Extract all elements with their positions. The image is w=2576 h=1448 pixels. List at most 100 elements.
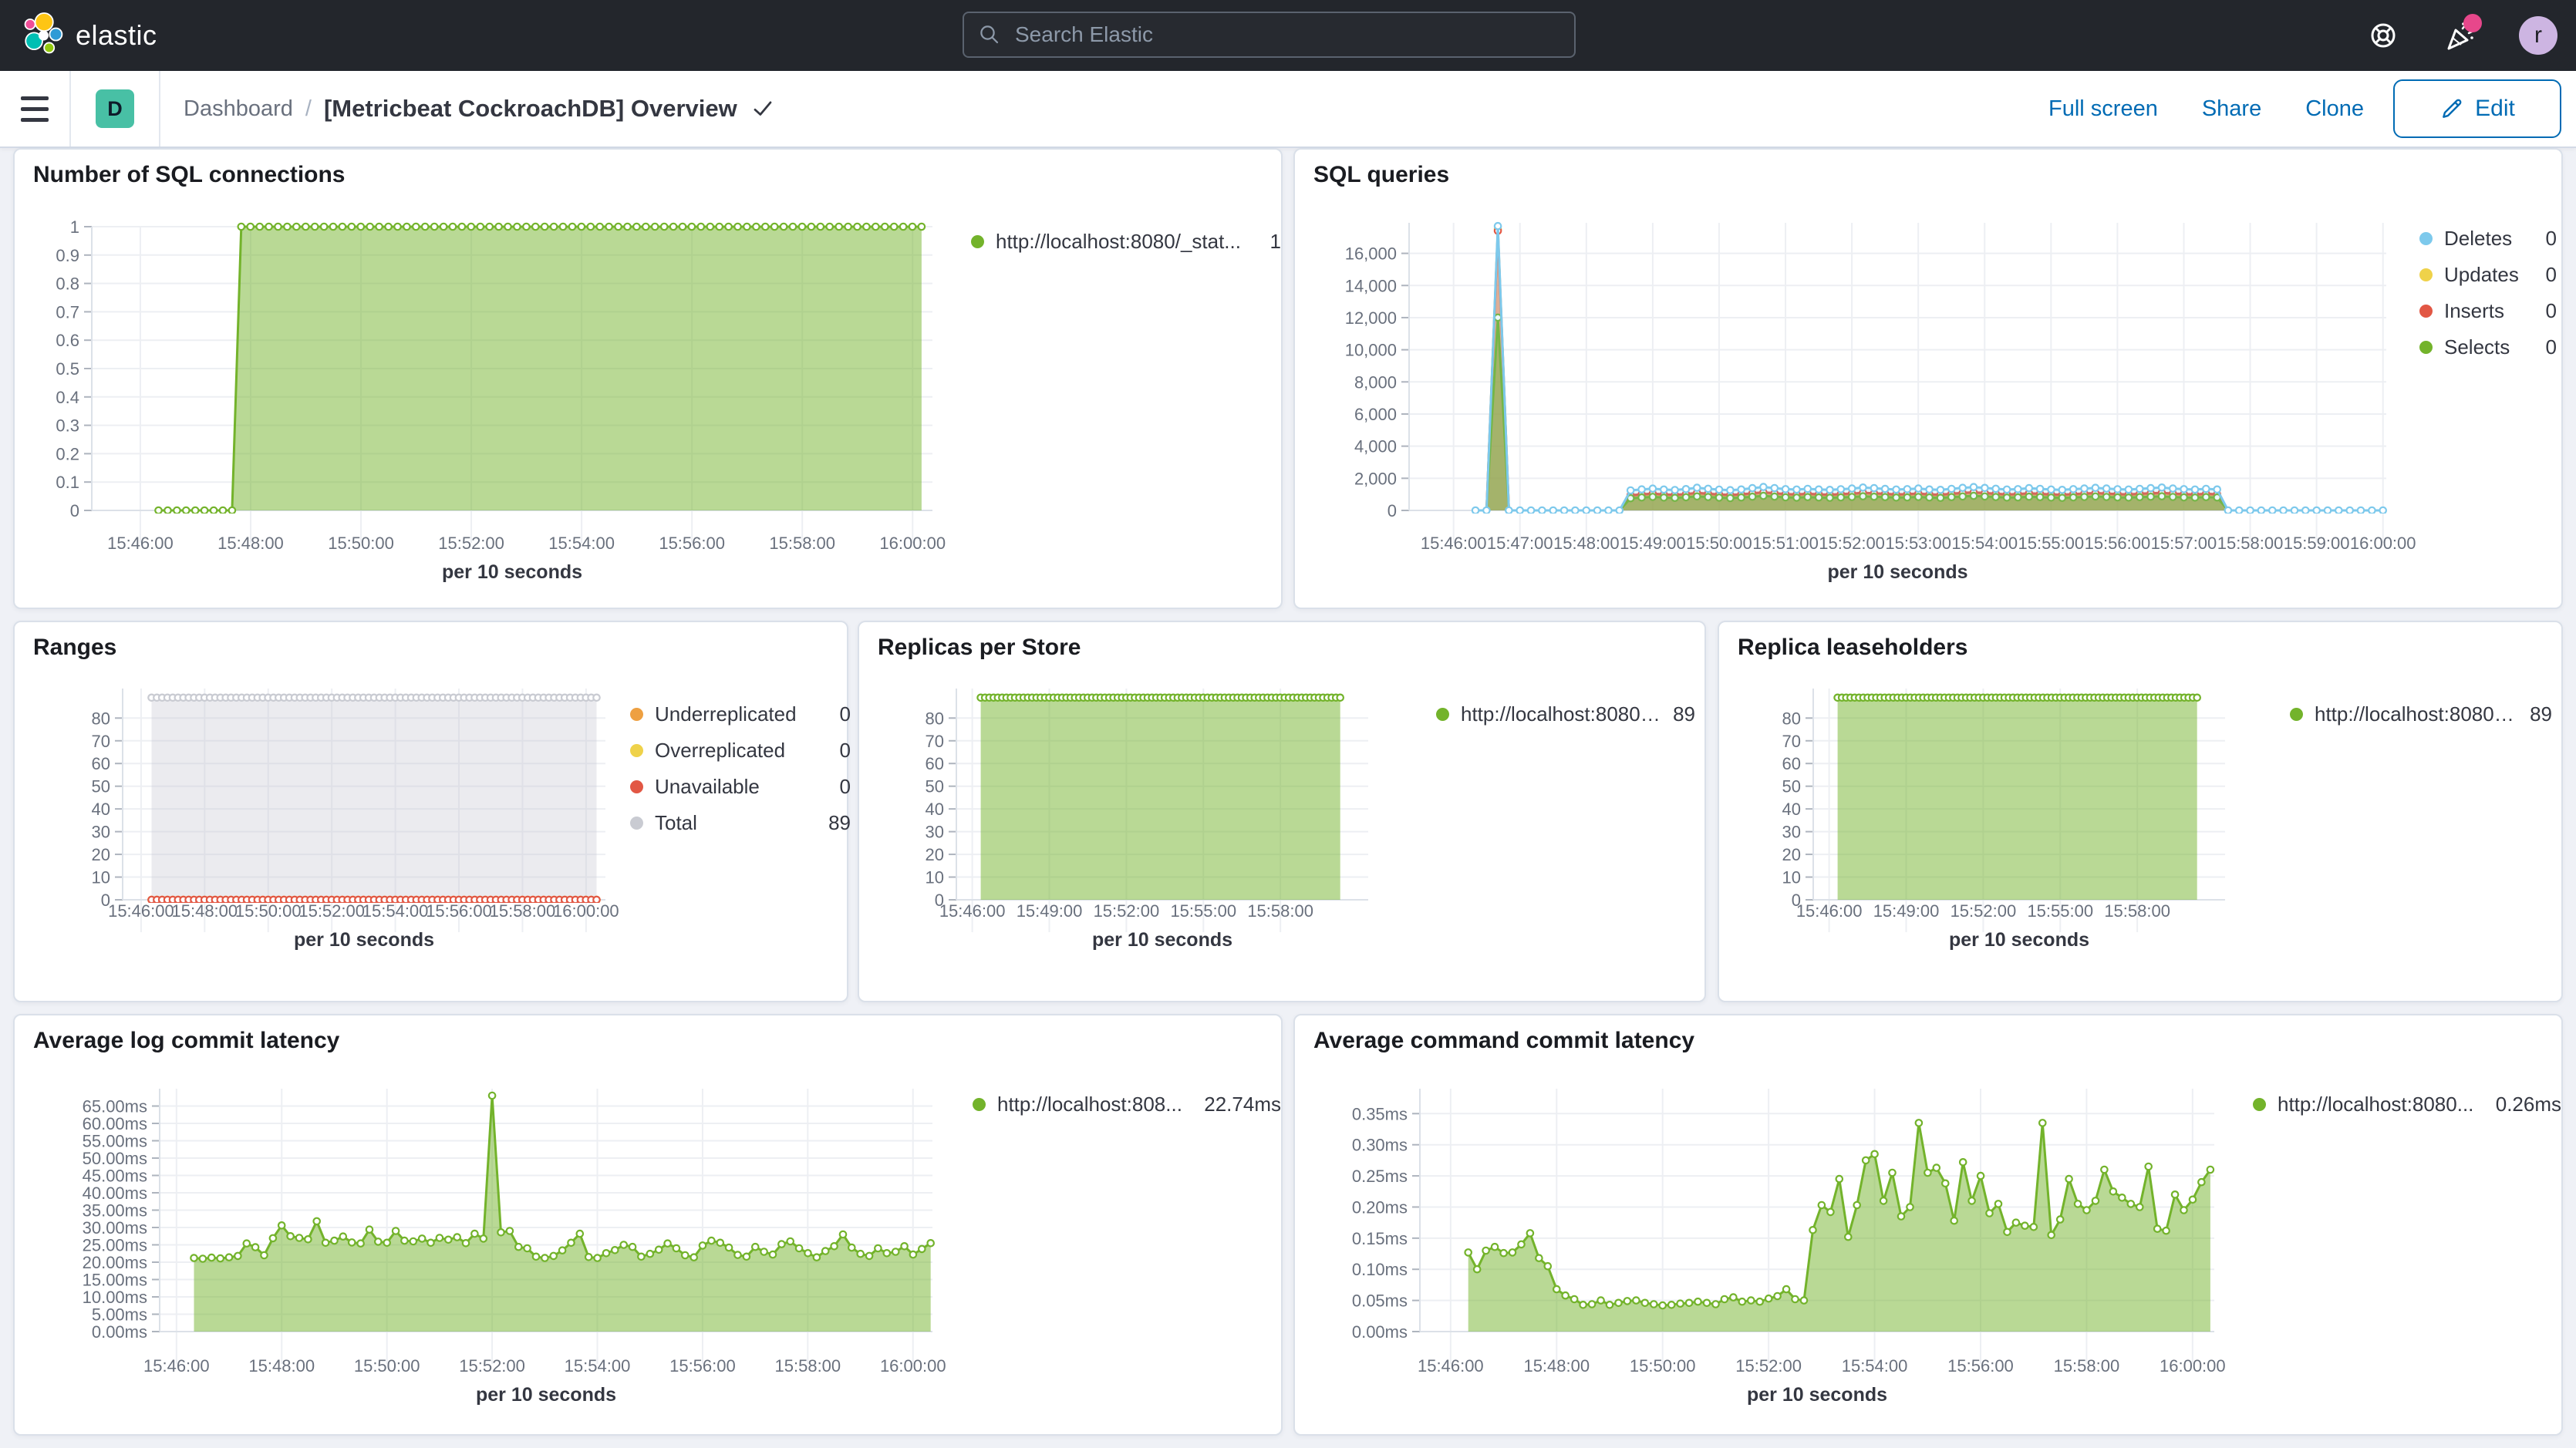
legend-series-dot [2253,1098,2266,1111]
svg-text:15:58:00: 15:58:00 [2217,534,2284,553]
svg-text:15:52:00: 15:52:00 [1094,901,1160,921]
svg-text:15:50:00: 15:50:00 [1686,534,1752,553]
svg-text:30: 30 [92,823,110,842]
legend-series-dot [2419,305,2433,318]
svg-text:15:58:00: 15:58:00 [775,1356,841,1376]
legend-item[interactable]: Underreplicated 0 [630,702,851,726]
svg-text:0.7: 0.7 [56,302,79,322]
svg-text:0.9: 0.9 [56,246,79,265]
svg-text:15:46:00: 15:46:00 [107,534,174,553]
legend-value: 0 [2534,335,2557,359]
svg-text:0.35ms: 0.35ms [1352,1104,1408,1123]
svg-text:65.00ms: 65.00ms [83,1097,147,1116]
legend-series-dot [2290,708,2303,721]
svg-text:0.6: 0.6 [56,331,79,350]
chart-canvas-sql-connections[interactable]: 00.10.20.30.40.50.60.70.80.9115:46:0015:… [15,150,1284,611]
legend-item[interactable]: http://localhost:8080/_sta...89 [2290,702,2552,726]
legend-avg-log-commit-latency: http://localhost:808...22.74ms [973,1093,1281,1129]
svg-text:50: 50 [1782,777,1801,796]
legend-value: 0 [828,702,851,726]
legend-label: http://localhost:8080/_stat... [996,230,1241,254]
svg-text:14,000: 14,000 [1345,276,1397,295]
svg-text:15:56:00: 15:56:00 [659,534,725,553]
legend-item[interactable]: http://localhost:8080/_sta...89 [1436,702,1695,726]
svg-text:70: 70 [92,732,110,751]
svg-text:15:54:00: 15:54:00 [565,1356,631,1376]
legend-series-dot [2419,341,2433,354]
svg-text:10.00ms: 10.00ms [83,1288,147,1307]
legend-item[interactable]: http://localhost:8080...0.26ms [2253,1093,2561,1116]
svg-text:1: 1 [70,217,79,237]
svg-text:15:48:00: 15:48:00 [217,534,284,553]
svg-text:15:57:00: 15:57:00 [2151,534,2217,553]
svg-text:15:48:00: 15:48:00 [1523,1356,1590,1376]
svg-text:0.1: 0.1 [56,473,79,492]
dashboard-grid: Number of SQL connections00.10.20.30.40.… [0,0,2576,1448]
svg-text:0.20ms: 0.20ms [1352,1197,1408,1217]
legend-item[interactable]: Overreplicated0 [630,739,851,763]
legend-item[interactable]: Total89 [630,811,851,835]
chart-canvas-replicas-per-store[interactable]: 0102030405060708015:46:0015:49:0015:52:0… [859,622,1708,1004]
svg-text:15:50:00: 15:50:00 [328,534,394,553]
legend-series-dot [630,708,643,721]
legend-item[interactable]: http://localhost:8080/_stat...1 [971,230,1281,254]
svg-text:15:51:00: 15:51:00 [1752,534,1819,553]
legend-series-dot [971,235,984,248]
legend-item[interactable]: Selects 0 [2419,335,2557,359]
svg-text:50.00ms: 50.00ms [83,1149,147,1168]
svg-text:per 10 seconds: per 10 seconds [1747,1384,1887,1406]
svg-text:60: 60 [92,754,110,773]
chart-canvas-replica-leaseholders[interactable]: 0102030405060708015:46:0015:49:0015:52:0… [1719,622,2564,1004]
legend-value: 0 [828,775,851,799]
svg-text:15:46:00: 15:46:00 [1418,1356,1484,1376]
svg-text:15:46:00: 15:46:00 [939,901,1006,921]
svg-text:0.00ms: 0.00ms [1352,1322,1408,1342]
svg-text:16:00:00: 16:00:00 [2160,1356,2226,1376]
svg-text:15:46:00: 15:46:00 [108,901,174,921]
svg-text:0.05ms: 0.05ms [1352,1291,1408,1311]
svg-text:16,000: 16,000 [1345,244,1397,264]
panel-ranges: Ranges0102030405060708015:46:0015:48:001… [13,621,848,1002]
legend-sql-connections: http://localhost:8080/_stat...1 [971,230,1281,266]
panel-replica-leaseholders: Replica leaseholders0102030405060708015:… [1718,621,2563,1002]
chart-canvas-avg-log-commit-latency[interactable]: 0.00ms5.00ms10.00ms15.00ms20.00ms25.00ms… [15,1015,1284,1437]
legend-series-dot [630,780,643,793]
svg-text:20: 20 [1782,845,1801,864]
legend-item[interactable]: Unavailable0 [630,775,851,799]
svg-text:15:54:00: 15:54:00 [1951,534,2018,553]
legend-item[interactable]: Deletes0 [2419,227,2557,251]
svg-text:15:50:00: 15:50:00 [354,1356,420,1376]
svg-text:16:00:00: 16:00:00 [553,901,619,921]
svg-text:0: 0 [1387,501,1397,520]
legend-item[interactable]: Updates0 [2419,263,2557,287]
svg-text:20: 20 [92,845,110,864]
legend-label: Underreplicated [655,702,797,726]
svg-text:15:49:00: 15:49:00 [1873,901,1940,921]
svg-text:5.00ms: 5.00ms [92,1305,147,1325]
legend-item[interactable]: http://localhost:808...22.74ms [973,1093,1281,1116]
svg-text:0.30ms: 0.30ms [1352,1136,1408,1155]
chart-canvas-avg-command-commit-latency[interactable]: 0.00ms0.05ms0.10ms0.15ms0.20ms0.25ms0.30… [1295,1015,2564,1437]
legend-item[interactable]: Inserts0 [2419,299,2557,323]
legend-series-dot [973,1098,986,1111]
legend-series-dot [630,817,643,830]
svg-text:40: 40 [92,800,110,819]
legend-label: Selects [2444,335,2510,359]
svg-text:15:53:00: 15:53:00 [1885,534,1951,553]
svg-text:15:52:00: 15:52:00 [459,1356,525,1376]
svg-text:per 10 seconds: per 10 seconds [294,929,434,951]
svg-text:15:56:00: 15:56:00 [2085,534,2151,553]
panel-replicas-per-store: Replicas per Store0102030405060708015:46… [858,621,1706,1002]
svg-text:0.00ms: 0.00ms [92,1322,147,1342]
svg-text:per 10 seconds: per 10 seconds [1827,561,1967,583]
svg-text:70: 70 [926,732,944,751]
svg-text:80: 80 [1782,709,1801,728]
svg-text:15:59:00: 15:59:00 [2284,534,2350,553]
svg-text:16:00:00: 16:00:00 [2350,534,2416,553]
svg-text:0.25ms: 0.25ms [1352,1167,1408,1186]
svg-text:15:58:00: 15:58:00 [490,901,556,921]
svg-text:15:58:00: 15:58:00 [1247,901,1313,921]
chart-canvas-sql-queries[interactable]: 02,0004,0006,0008,00010,00012,00014,0001… [1295,150,2564,611]
svg-text:15:56:00: 15:56:00 [669,1356,736,1376]
svg-text:per 10 seconds: per 10 seconds [476,1384,616,1406]
